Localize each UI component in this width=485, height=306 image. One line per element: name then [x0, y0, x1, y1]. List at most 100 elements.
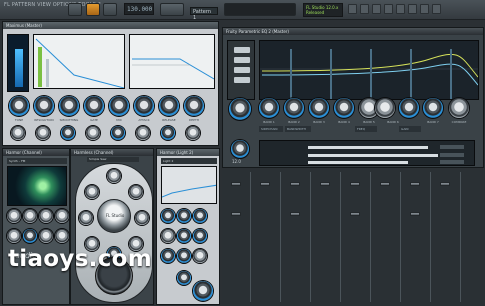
mixer-fader[interactable]	[320, 182, 330, 186]
mixer-fader[interactable]	[290, 182, 300, 186]
eq-band-1-knob[interactable]	[229, 98, 251, 120]
knob-label: DEPTH	[188, 118, 200, 122]
plugin-icon[interactable]	[408, 4, 417, 14]
synth-knob[interactable]	[193, 209, 207, 223]
mixer-divider	[460, 172, 461, 302]
cpu-meter	[224, 3, 296, 16]
knob-attack[interactable]	[134, 96, 154, 116]
eq-band-8-knob[interactable]	[399, 98, 419, 118]
knob-small-1[interactable]	[11, 126, 25, 140]
rotary-button[interactable]	[129, 185, 143, 199]
stop-button[interactable]	[103, 3, 117, 16]
synth-knob[interactable]	[177, 229, 191, 243]
mixer-fader[interactable]	[231, 212, 241, 216]
toolbar: FL PATTERN VIEW OPTIONS TOOLS ? 130.000 …	[0, 0, 485, 21]
mixer-divider	[280, 172, 281, 302]
playlist-icon[interactable]	[348, 4, 357, 14]
mixer-fader[interactable]	[260, 182, 270, 186]
preset-name[interactable]: Simple Saw	[87, 157, 139, 162]
play-button[interactable]	[86, 3, 100, 16]
knob-gate[interactable]	[84, 96, 104, 116]
snap-button[interactable]	[160, 3, 184, 16]
output-knob[interactable]	[231, 140, 249, 158]
knob-small-8[interactable]	[186, 126, 200, 140]
synth-knob[interactable]	[7, 209, 21, 223]
sidechain-tab[interactable]: SIDECHAIN	[259, 126, 283, 132]
panel-title[interactable]: Fruity Parametric EQ 2 (Master)	[223, 28, 483, 35]
synth-knob[interactable]	[161, 249, 175, 263]
knob-small-3[interactable]	[61, 126, 75, 140]
synth-knob[interactable]	[7, 229, 21, 243]
synth-panel-right: Harmor (Light 2) Light 2	[156, 148, 220, 305]
mixer-fader[interactable]	[380, 182, 390, 186]
record-button[interactable]	[68, 3, 82, 16]
synth-knob[interactable]	[161, 229, 175, 243]
knob-mix[interactable]	[109, 96, 129, 116]
mixer-fader[interactable]	[410, 182, 420, 186]
synth-knob[interactable]	[55, 209, 69, 223]
knob-label: RELEASE	[162, 118, 176, 122]
synth-knob[interactable]	[193, 229, 207, 243]
knob-tone[interactable]	[9, 96, 29, 116]
knob-small-4[interactable]	[86, 126, 100, 140]
browser-icon[interactable]	[396, 4, 405, 14]
tempo-display[interactable]: 130.000	[124, 3, 154, 15]
synth-knob[interactable]	[39, 229, 53, 243]
synth-knob[interactable]	[161, 209, 175, 223]
eq-band-4-knob[interactable]	[309, 98, 329, 118]
panel-title[interactable]: Harmor (Channel)	[3, 149, 69, 156]
rotary-button[interactable]	[85, 185, 99, 199]
eq-band-7-knob[interactable]	[375, 98, 395, 118]
synth-knob[interactable]	[39, 209, 53, 223]
help-icon[interactable]	[432, 4, 441, 14]
eq-band-3-knob[interactable]	[284, 98, 304, 118]
synth-knob[interactable]	[23, 209, 37, 223]
synth-knob[interactable]	[177, 209, 191, 223]
knob-small-2[interactable]	[36, 126, 50, 140]
knob-smoothing[interactable]	[59, 96, 79, 116]
synth-knob[interactable]	[177, 249, 191, 263]
mixer-fader[interactable]	[440, 182, 450, 186]
mixer-icon[interactable]	[384, 4, 393, 14]
knob-depth[interactable]	[184, 96, 204, 116]
mixer-fader[interactable]	[410, 212, 420, 216]
eq-band-2-knob[interactable]	[259, 98, 279, 118]
knob-label: BAND 4	[338, 120, 350, 124]
panel-title[interactable]: Harmor (Light 2)	[157, 149, 219, 156]
synth-knob[interactable]	[55, 229, 69, 243]
knob-small-7[interactable]	[161, 126, 175, 140]
synth-knob[interactable]	[23, 229, 37, 243]
rotary-button[interactable]	[79, 211, 93, 225]
eq-curve	[260, 41, 478, 99]
mixer-divider	[370, 172, 371, 302]
preset-name[interactable]: Light 2	[161, 158, 217, 164]
rotary-button[interactable]	[135, 211, 149, 225]
synth-knob[interactable]	[177, 271, 191, 285]
mixer-fader[interactable]	[290, 212, 300, 216]
synth-knob-large[interactable]	[193, 281, 213, 301]
rotary-button[interactable]	[107, 169, 121, 183]
gain-tab[interactable]: GAIN	[399, 126, 421, 132]
knob-release[interactable]	[159, 96, 179, 116]
piano-roll-icon[interactable]	[360, 4, 369, 14]
mixer-fader[interactable]	[350, 212, 360, 216]
bandwidth-tab[interactable]: BANDWIDTH	[285, 126, 311, 132]
pattern-selector[interactable]: Pattern 1	[190, 7, 218, 21]
mixer-fader[interactable]	[231, 182, 241, 186]
rotary-panel: Harmless (Channel) Simple Saw FL Studio	[70, 148, 154, 305]
eq-band-5-knob[interactable]	[334, 98, 354, 118]
preset-name[interactable]: Synth – FM	[7, 158, 67, 164]
freq-tab[interactable]: FREQ	[355, 126, 377, 132]
knob-small-5[interactable]	[111, 126, 125, 140]
eq-compare-knob[interactable]	[449, 98, 469, 118]
panel-title[interactable]: Maximus (Master)	[3, 22, 218, 29]
knob-resolution[interactable]	[34, 96, 54, 116]
panel-title[interactable]: Harmless (Channel)	[71, 149, 153, 156]
mixer-fader[interactable]	[350, 182, 360, 186]
output-readout: 12.0	[232, 159, 241, 164]
knob-small-6[interactable]	[136, 126, 150, 140]
eq-band-9-knob[interactable]	[423, 98, 443, 118]
channel-rack-icon[interactable]	[372, 4, 381, 14]
synth-knob[interactable]	[193, 249, 207, 263]
settings-icon[interactable]	[420, 4, 429, 14]
